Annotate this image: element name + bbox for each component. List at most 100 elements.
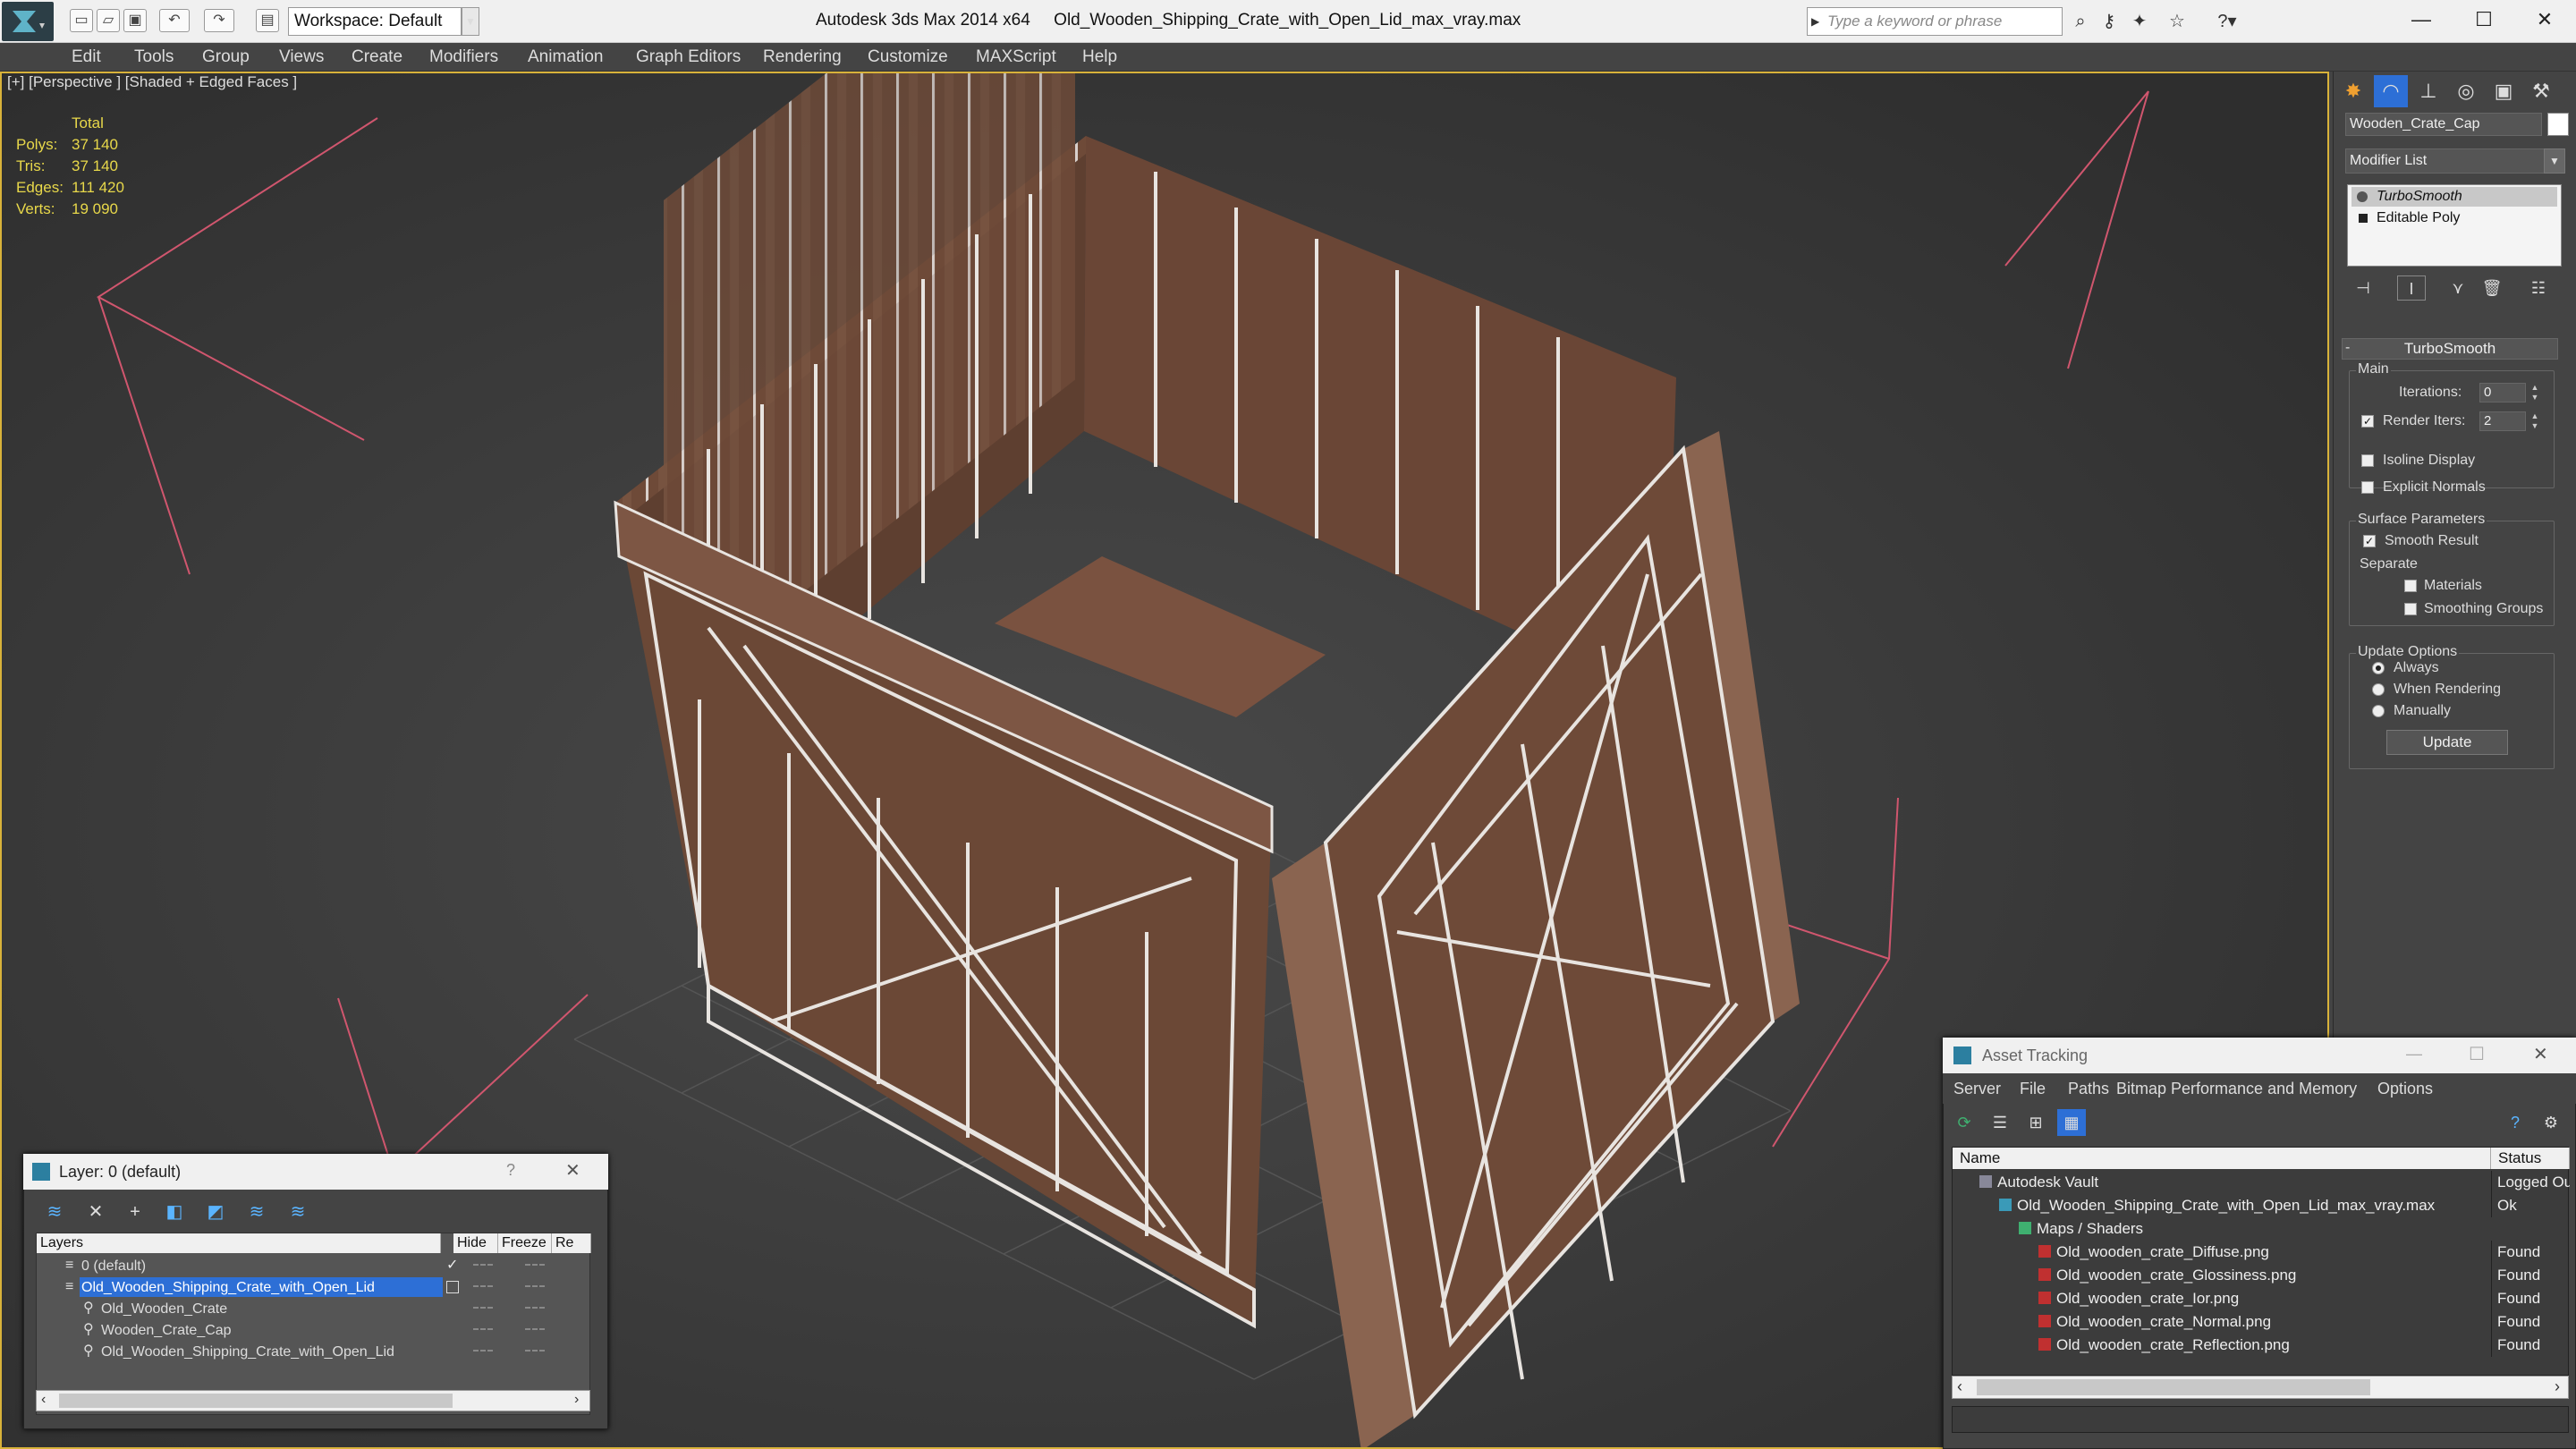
menu-rendering[interactable]: Rendering [763,43,842,72]
expand-box-icon[interactable] [2359,214,2368,223]
list-view-icon[interactable]: ☰ [1986,1109,2014,1136]
tree-view-icon[interactable]: ⊞ [2021,1109,2050,1136]
column-header-freeze[interactable]: Freeze [498,1233,552,1253]
render-iters-spinner[interactable]: 2 [2479,411,2526,431]
column-header-status[interactable]: Status [2491,1148,2570,1169]
update-button[interactable]: Update [2386,730,2508,755]
menu-customize[interactable]: Customize [868,43,948,72]
menu-graph-editors[interactable]: Graph Editors [636,43,741,72]
menu-maxscript[interactable]: MAXScript [976,43,1056,72]
close-icon[interactable]: ✕ [2513,0,2576,39]
refresh-icon[interactable]: ⟳ [1950,1109,1979,1136]
asset-table[interactable]: Name Status Autodesk Vault Logged Out Ol… [1952,1147,2570,1376]
workspace-dropdown[interactable]: Workspace: Default [288,7,462,36]
favorites-icon[interactable]: ✦ [2127,9,2152,34]
menu-group[interactable]: Group [202,43,250,72]
asset-row[interactable]: Autodesk Vault Logged Out [1953,1171,2570,1194]
new-file-icon[interactable]: ▭ [70,9,93,32]
layer-row[interactable]: ⚲ Old_Wooden_Shipping_Crate_with_Open_Li… [38,1341,589,1362]
set-current-box[interactable] [446,1281,459,1293]
scroll-right-icon[interactable]: › [2555,1377,2560,1396]
redo-icon[interactable]: ↷ [204,9,234,32]
modifier-list-dropdown[interactable]: Modifier List [2345,148,2546,174]
asset-row[interactable]: Old_Wooden_Shipping_Crate_with_Open_Lid_… [1953,1194,2570,1217]
menu-views[interactable]: Views [279,43,324,72]
materials-checkbox[interactable] [2404,580,2417,592]
binoculars-icon[interactable]: ⌕ [2068,9,2093,34]
expand-arrow-icon[interactable]: ▶ [1811,8,1819,35]
layer-row[interactable]: ≡ 0 (default) ✓ [38,1255,589,1276]
save-icon[interactable]: ▣ [123,9,147,32]
layer-table[interactable]: Layers Hide Freeze Re ≡ 0 (default) ✓ ≡ … [36,1233,591,1415]
hide-toggle[interactable] [473,1328,493,1331]
object-color-swatch[interactable] [2547,113,2569,136]
scroll-left-icon[interactable]: ‹ [1957,1377,1962,1396]
app-logo-icon[interactable] [2,2,54,41]
update-when-rendering-radio[interactable] [2372,683,2385,696]
collapse-icon[interactable]: - [2345,340,2350,356]
freeze-toggle[interactable] [525,1285,545,1288]
pin-stack-icon[interactable]: ⊣ [2349,275,2377,301]
scrollbar-thumb[interactable] [1977,1379,2370,1395]
asset-row[interactable]: Old_wooden_crate_Diffuse.png Found [1953,1241,2570,1264]
explicit-normals-checkbox[interactable] [2361,481,2374,494]
add-to-layer-icon[interactable]: + [120,1199,150,1225]
asset-menu-file[interactable]: File [2020,1073,2046,1104]
motion-tab-icon[interactable]: ◎ [2449,75,2483,107]
menu-modifiers[interactable]: Modifiers [429,43,498,72]
maximize-icon[interactable]: ☐ [2469,1043,2485,1065]
minimize-icon[interactable]: — [2390,0,2453,39]
project-folder-icon[interactable]: ▤ [256,9,279,32]
asset-menu-paths[interactable]: Paths [2068,1073,2109,1104]
freeze-toggle[interactable] [525,1307,545,1309]
object-name-field[interactable]: Wooden_Crate_Cap [2345,113,2542,136]
asset-row[interactable]: Old_wooden_crate_Reflection.png Found [1953,1334,2570,1357]
asset-row[interactable]: Maps / Shaders [1953,1217,2570,1241]
freeze-toggle[interactable] [525,1350,545,1352]
hide-toggle[interactable] [473,1350,493,1352]
select-layer-icon[interactable]: ◩ [200,1199,231,1225]
column-header-render[interactable]: Re [552,1233,591,1253]
make-unique-icon[interactable]: ⋎ [2444,275,2472,301]
create-layer-icon[interactable]: ≋ [39,1199,70,1225]
help-icon[interactable]: ? [506,1161,515,1180]
help-icon[interactable]: ?▾ [2209,9,2245,34]
stack-item-turbosmooth[interactable]: TurboSmooth [2351,187,2557,207]
scroll-left-icon[interactable]: ‹ [41,1392,46,1408]
menu-tools[interactable]: Tools [134,43,174,72]
chevron-down-icon[interactable]: ▼ [462,7,479,36]
freeze-toggle[interactable] [525,1264,545,1267]
smooth-result-checkbox[interactable]: ✓ [2363,535,2376,547]
stack-item-editable-poly[interactable]: Editable Poly [2351,208,2557,228]
layer-row[interactable]: ⚲ Wooden_Crate_Cap [38,1319,589,1341]
asset-row[interactable]: Old_wooden_crate_Normal.png Found [1953,1310,2570,1334]
smoothing-groups-checkbox[interactable] [2404,603,2417,615]
viewport-label[interactable]: [+] [Perspective ] [Shaded + Edged Faces… [7,73,297,91]
configure-sets-icon[interactable]: ☷ [2524,275,2553,301]
settings-icon[interactable]: ⚙ [2537,1109,2565,1136]
hide-toggle[interactable] [473,1307,493,1309]
menu-create[interactable]: Create [352,43,402,72]
asset-row[interactable]: Old_wooden_crate_Glossiness.png Found [1953,1264,2570,1287]
undo-icon[interactable]: ↶ [159,9,190,32]
chevron-down-icon[interactable]: ▼ [2544,148,2565,174]
utilities-tab-icon[interactable]: ⚒ [2524,75,2558,107]
set-current-layer-icon[interactable]: ≋ [242,1199,272,1225]
help-icon[interactable]: ? [2501,1109,2529,1136]
search-input[interactable]: ▶ Type a keyword or phrase [1807,7,2063,36]
open-file-icon[interactable]: ▱ [97,9,120,32]
hide-toggle[interactable] [473,1285,493,1288]
menu-animation[interactable]: Animation [528,43,604,72]
layer-row[interactable]: ≡ Old_Wooden_Shipping_Crate_with_Open_Li… [38,1276,589,1298]
maximize-icon[interactable]: ☐ [2453,0,2515,39]
delete-layer-icon[interactable]: ✕ [80,1199,111,1225]
menu-help[interactable]: Help [1082,43,1117,72]
remove-modifier-icon[interactable]: 🗑 [2478,275,2506,301]
isoline-display-checkbox[interactable] [2361,454,2374,467]
table-view-icon[interactable]: ▦ [2057,1109,2086,1136]
menu-edit[interactable]: Edit [72,43,101,72]
star-icon[interactable]: ☆ [2165,9,2190,34]
spinner-arrows-icon[interactable]: ▲ ▼ [2529,411,2540,431]
asset-menu-server[interactable]: Server [1953,1073,2001,1104]
modify-tab-icon[interactable]: ◠ [2374,75,2408,107]
